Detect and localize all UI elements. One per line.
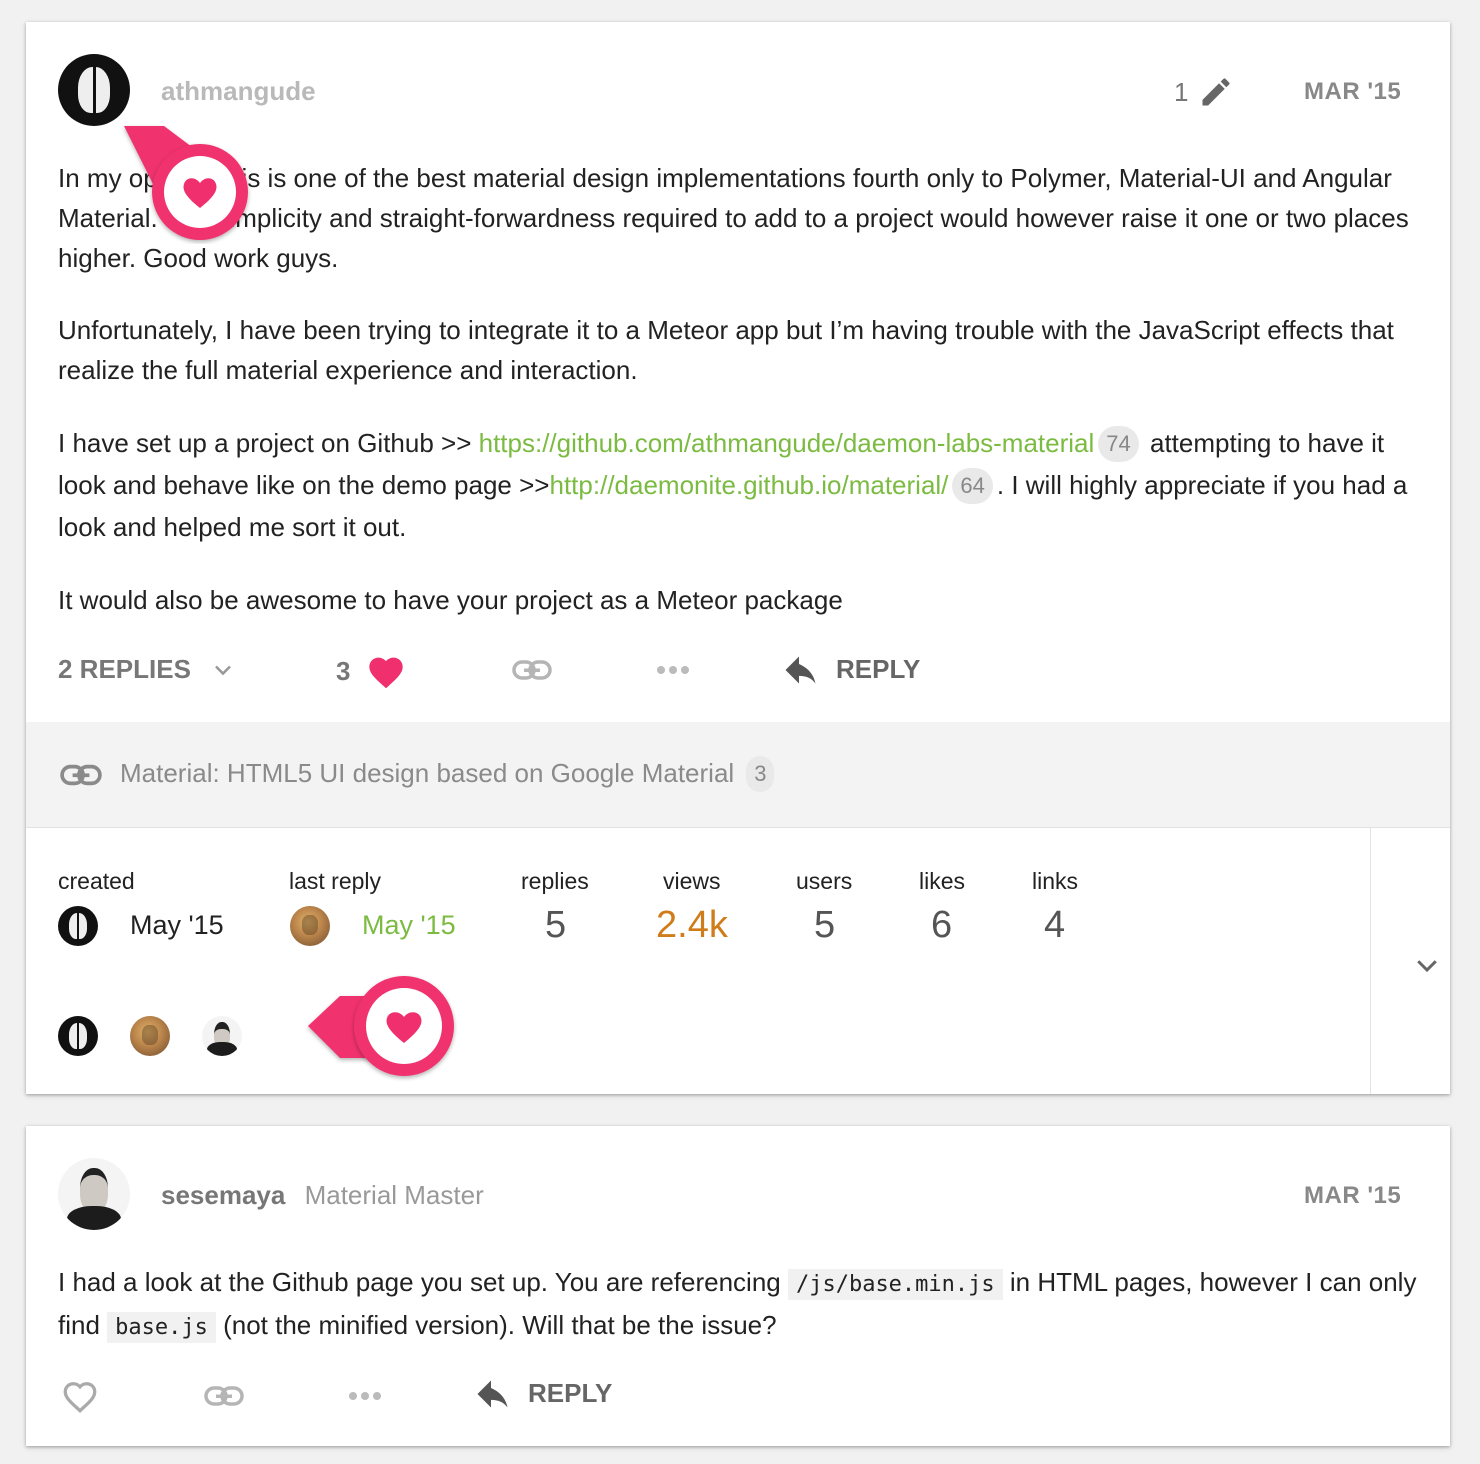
share-link-icon[interactable] (512, 656, 552, 684)
links-stat-value: 4 (1044, 904, 1066, 946)
link-click-count: 74 (1098, 426, 1139, 462)
text-span: I had a look at the Github page you set … (58, 1267, 788, 1297)
avatar-athmangude[interactable] (58, 54, 130, 126)
reply-button[interactable]: REPLY (476, 1378, 612, 1409)
more-options-icon[interactable] (656, 664, 690, 676)
post-username[interactable]: sesemaya (161, 1180, 285, 1210)
replies-toggle-button[interactable]: 2 REPLIES (58, 654, 237, 685)
last-reply-label: last reply (289, 868, 382, 894)
links-stat-label: links (1032, 868, 1079, 894)
like-count: 3 (336, 655, 351, 686)
share-link-icon[interactable] (204, 1382, 244, 1410)
stats-divider (1370, 828, 1371, 1094)
code-snippet: base.js (107, 1312, 216, 1343)
user-title: Material Master (304, 1180, 484, 1210)
avatar-last-reply[interactable] (290, 906, 330, 946)
reply-arrow-icon (477, 1380, 508, 1407)
pencil-icon (1202, 78, 1230, 106)
reply-arrow-icon (785, 656, 816, 683)
heart-outline-icon[interactable] (60, 1378, 100, 1414)
users-stat-label: users (796, 868, 853, 894)
post-paragraph: I had a look at the Github page you set … (58, 1262, 1418, 1348)
link-click-count: 64 (952, 468, 993, 504)
heart-tip-pointer[interactable] (116, 120, 256, 244)
created-date[interactable]: May '15 (130, 910, 224, 941)
views-stat-label: views (663, 868, 721, 894)
like-button[interactable]: 3 (336, 652, 406, 690)
github-link[interactable]: https://github.com/athmangude/daemon-lab… (479, 428, 1095, 458)
likes-stat-label: likes (919, 868, 966, 894)
post-username[interactable]: athmangude (161, 76, 316, 107)
post-body: In my opinion this is one of the best ma… (58, 158, 1418, 620)
code-snippet: /js/base.min.js (787, 1269, 1003, 1300)
linked-topic-title[interactable]: Material: HTML5 UI design based on Googl… (120, 758, 734, 788)
text-span: I have set up a project on Github >> (58, 428, 479, 458)
heart-icon (369, 657, 404, 689)
edit-count: 1 (1174, 76, 1189, 107)
demo-link[interactable]: http://daemonite.github.io/material/ (550, 470, 949, 500)
views-stat-value: 2.4k (656, 904, 728, 946)
post-paragraph: I have set up a project on Github >> htt… (58, 422, 1418, 548)
edit-history[interactable]: 1 (1174, 74, 1234, 110)
post-author-line: sesemaya Material Master (161, 1180, 484, 1211)
users-stat-value: 5 (814, 904, 836, 946)
post-date[interactable]: MAR '15 (1304, 78, 1401, 106)
text-span: (not the minified version). Will that be… (215, 1310, 777, 1340)
post-paragraph: In my opinion this is one of the best ma… (58, 163, 1409, 273)
created-label: created (58, 868, 135, 894)
linked-topic[interactable]: Material: HTML5 UI design based on Googl… (120, 756, 778, 792)
replies-stat-label: replies (521, 868, 589, 894)
post-body: I had a look at the Github page you set … (58, 1262, 1418, 1348)
avatar-athmangude-small[interactable] (58, 906, 98, 946)
incoming-links-section: Material: HTML5 UI design based on Googl… (26, 722, 1450, 828)
likes-stat-value: 6 (931, 904, 953, 946)
reply-label: REPLY (528, 1378, 613, 1408)
chevron-down-icon (215, 665, 231, 675)
more-options-icon[interactable] (348, 1390, 382, 1402)
reply-button[interactable]: REPLY (784, 654, 920, 685)
reply-label: REPLY (836, 654, 921, 684)
replies-stat-value: 5 (545, 904, 567, 946)
participant-avatar-athmangude[interactable] (58, 1016, 98, 1056)
post-paragraph: It would also be awesome to have your pr… (58, 585, 843, 615)
linked-topic-count: 3 (746, 756, 775, 792)
link-icon (60, 764, 102, 786)
post-date[interactable]: MAR '15 (1304, 1182, 1401, 1210)
replies-label: 2 REPLIES (58, 654, 191, 684)
post-card-sesemaya: sesemaya Material Master MAR '15 I had a… (26, 1126, 1450, 1446)
heart-tip-pointer-participants[interactable] (304, 968, 460, 1086)
participant-avatar-sesemaya[interactable] (202, 1016, 242, 1056)
last-reply-date[interactable]: May '15 (362, 910, 456, 941)
post-paragraph: Unfortunately, I have been trying to int… (58, 315, 1394, 385)
expand-topic-map-icon[interactable] (1412, 950, 1442, 980)
participant-avatar-gold[interactable] (130, 1016, 170, 1056)
avatar-sesemaya[interactable] (58, 1158, 130, 1230)
post-card-athmangude: athmangude 1 MAR '15 In my opinion this … (26, 22, 1450, 1094)
